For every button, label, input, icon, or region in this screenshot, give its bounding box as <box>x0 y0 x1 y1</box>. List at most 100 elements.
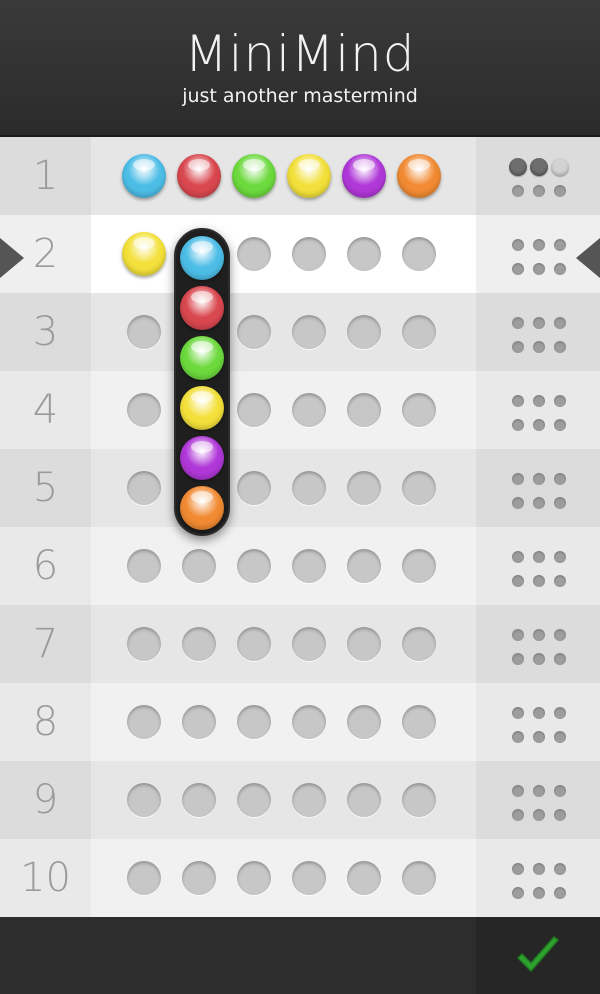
empty-peg-slot <box>127 627 161 661</box>
picker-option-red[interactable] <box>180 286 224 330</box>
empty-peg-slot <box>182 627 216 661</box>
feedback-slot <box>512 185 524 197</box>
row-number: 9 <box>32 777 59 823</box>
feedback-cell <box>476 449 600 527</box>
empty-peg-slot <box>237 315 271 349</box>
row-number-cell: 5 <box>0 449 91 527</box>
picker-option-orange[interactable] <box>180 486 224 530</box>
board-row: 4 <box>0 371 600 449</box>
row-number-cell: 7 <box>0 605 91 683</box>
feedback-slot <box>533 809 545 821</box>
row-number-cell: 6 <box>0 527 91 605</box>
feedback-peg-white <box>551 158 569 176</box>
empty-peg-slot <box>292 549 326 583</box>
feedback-slot <box>512 395 524 407</box>
feedback-slot <box>512 317 524 329</box>
board-row: 6 <box>0 527 600 605</box>
picker-option-purple[interactable] <box>180 436 224 480</box>
feedback-slot <box>554 575 566 587</box>
feedback-peg-black <box>509 158 527 176</box>
blue-peg <box>122 154 166 198</box>
feedback-slot <box>512 263 524 275</box>
board-row: 3 <box>0 293 600 371</box>
board-row: 5 <box>0 449 600 527</box>
board-row[interactable]: 2 <box>0 215 600 293</box>
picker-option-green[interactable] <box>180 336 224 380</box>
feedback-slot <box>533 317 545 329</box>
row-number: 1 <box>32 153 59 199</box>
feedback-slot <box>512 707 524 719</box>
yellow-peg[interactable] <box>122 232 166 276</box>
green-peg <box>232 154 276 198</box>
feedback-slot <box>512 239 524 251</box>
feedback-slot <box>512 731 524 743</box>
row-number-cell: 1 <box>0 137 91 215</box>
empty-peg-slot <box>127 315 161 349</box>
feedback-slot <box>512 863 524 875</box>
feedback-slot <box>533 629 545 641</box>
feedback-slot <box>554 551 566 563</box>
feedback-cell <box>476 137 600 215</box>
board-row: 9 <box>0 761 600 839</box>
empty-peg-slot <box>347 549 381 583</box>
feedback-slot <box>554 419 566 431</box>
empty-peg-slot <box>347 627 381 661</box>
feedback-slot <box>533 551 545 563</box>
empty-peg-slot <box>402 549 436 583</box>
feedback-slot <box>512 653 524 665</box>
feedback-cell <box>476 605 600 683</box>
row-number: 7 <box>32 621 59 667</box>
feedback-slot <box>533 575 545 587</box>
empty-peg-slot[interactable] <box>292 237 326 271</box>
picker-option-yellow[interactable] <box>180 386 224 430</box>
feedback-slot <box>533 239 545 251</box>
feedback-cell <box>476 293 600 371</box>
app-header: MiniMind just another mastermind <box>0 0 600 137</box>
row-number-cell: 10 <box>0 839 91 917</box>
feedback-slot <box>554 629 566 641</box>
empty-peg-slot <box>237 861 271 895</box>
checkmark-icon <box>517 935 559 972</box>
empty-peg-slot <box>347 783 381 817</box>
empty-peg-slot <box>402 861 436 895</box>
row-number-cell: 4 <box>0 371 91 449</box>
empty-peg-slot <box>182 705 216 739</box>
feedback-slot <box>554 731 566 743</box>
feedback-cell <box>476 371 600 449</box>
feedback-cell <box>476 761 600 839</box>
feedback-cell <box>476 527 600 605</box>
app-subtitle: just another mastermind <box>182 85 418 107</box>
feedback-slot <box>533 497 545 509</box>
feedback-slot <box>554 395 566 407</box>
empty-peg-slot[interactable] <box>402 237 436 271</box>
empty-peg-slot[interactable] <box>347 237 381 271</box>
picker-option-blue[interactable] <box>180 236 224 280</box>
empty-peg-slot <box>292 315 326 349</box>
feedback-slot <box>512 887 524 899</box>
row-number: 5 <box>32 465 59 511</box>
feedback-slot <box>533 785 545 797</box>
empty-peg-slot <box>292 627 326 661</box>
empty-peg-slot <box>127 393 161 427</box>
empty-peg-slot <box>402 393 436 427</box>
feedback-slot <box>554 317 566 329</box>
feedback-slot <box>554 497 566 509</box>
feedback-peg-black <box>530 158 548 176</box>
color-picker[interactable] <box>174 228 230 536</box>
empty-peg-slot[interactable] <box>237 237 271 271</box>
orange-peg <box>397 154 441 198</box>
feedback-slot <box>512 629 524 641</box>
active-row-right-arrow-icon <box>576 238 600 278</box>
empty-peg-slot <box>292 471 326 505</box>
feedback-slot <box>533 863 545 875</box>
game-board: 1 2 3 4 5 6 7 8 9 10 <box>0 137 600 917</box>
feedback-slot <box>512 497 524 509</box>
yellow-peg <box>287 154 331 198</box>
empty-peg-slot <box>292 393 326 427</box>
purple-peg <box>342 154 386 198</box>
feedback-slot <box>554 341 566 353</box>
board-row: 10 <box>0 839 600 917</box>
submit-guess-button[interactable] <box>476 917 600 994</box>
feedback-slot <box>512 419 524 431</box>
empty-peg-slot <box>127 705 161 739</box>
